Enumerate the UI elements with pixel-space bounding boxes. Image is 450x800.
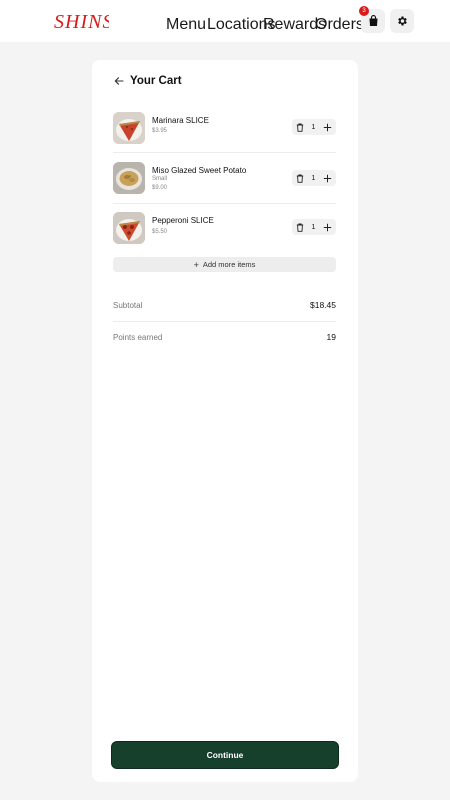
points-label: Points earned — [113, 332, 163, 342]
plus-icon[interactable] — [323, 174, 332, 183]
svg-text:SHINS: SHINS — [54, 11, 109, 33]
subtotal-value: $18.45 — [310, 300, 336, 310]
add-more-label: Add more items — [202, 260, 256, 269]
gear-icon — [398, 16, 407, 26]
quantity-stepper: 1 — [292, 119, 336, 135]
top-header: SHINS Menu Locations Rewards Orders 3 — [0, 0, 450, 42]
item-name: Pepperoni SLICE — [152, 216, 214, 225]
cart-title-row: Your Cart — [114, 74, 182, 88]
divider — [113, 152, 336, 153]
subtotal-label: Subtotal — [113, 300, 143, 310]
settings-button[interactable] — [390, 9, 414, 33]
item-image — [113, 162, 145, 194]
cart-item: Marinara SLICE $3.95 1 — [113, 112, 336, 162]
cart-button[interactable]: 3 — [359, 6, 385, 33]
nav-orders[interactable]: Orders — [315, 16, 364, 34]
add-more-items-button[interactable]: + Add more items — [113, 257, 336, 272]
item-name: Miso Glazed Sweet Potato — [152, 166, 247, 175]
item-image — [113, 112, 145, 144]
subtotal-row: Subtotal $18.45 — [113, 300, 336, 310]
plus-icon[interactable] — [323, 223, 332, 232]
arrow-left-icon[interactable] — [114, 76, 124, 86]
cart-panel: Your Cart Marinara SLICE $3.95 1 Miso Gl… — [92, 60, 358, 782]
quantity-stepper: 1 — [292, 170, 336, 186]
shins-logo[interactable]: SHINS — [53, 9, 109, 33]
plus-icon[interactable] — [323, 123, 332, 132]
item-name: Marinara SLICE — [152, 116, 209, 125]
item-price: $3.95 — [152, 128, 168, 134]
cart-item: Miso Glazed Sweet Potato Small $9.00 1 — [113, 162, 336, 212]
plus-icon: + — [193, 259, 199, 270]
quantity-value: 1 — [311, 123, 316, 131]
quantity-stepper: 1 — [292, 219, 336, 235]
trash-icon[interactable] — [296, 174, 304, 183]
divider — [113, 321, 336, 322]
item-image — [113, 212, 145, 244]
points-row: Points earned 19 — [113, 332, 336, 342]
cart-item: Pepperoni SLICE $5.50 1 — [113, 212, 336, 262]
item-price: $5.50 — [152, 229, 168, 235]
quantity-value: 1 — [311, 223, 316, 231]
nav-menu[interactable]: Menu — [166, 16, 206, 34]
trash-icon[interactable] — [296, 223, 304, 232]
item-price: $9.00 — [152, 185, 168, 191]
divider — [113, 203, 336, 204]
quantity-value: 1 — [311, 174, 316, 182]
continue-button[interactable]: Continue — [112, 742, 338, 768]
shopping-bag-icon — [369, 15, 377, 26]
trash-icon[interactable] — [296, 123, 304, 132]
cart-count-badge: 3 — [359, 6, 369, 16]
page-title: Your Cart — [130, 75, 182, 87]
points-value: 19 — [326, 332, 336, 342]
item-option: Small — [152, 176, 168, 182]
